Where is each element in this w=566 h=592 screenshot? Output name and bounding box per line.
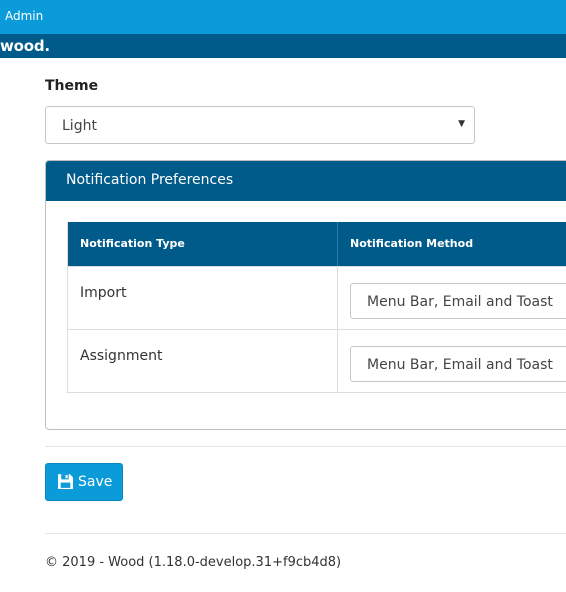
notification-method-select[interactable]: Menu Bar, Email and Toast [350,283,566,319]
theme-selected-value: Light [62,118,97,134]
column-divider [337,330,338,393]
notification-method-value: Menu Bar, Email and Toast [367,357,553,373]
notification-type-cell: Assignment [80,348,163,364]
floppy-disk-icon [58,474,73,489]
column-divider [337,267,338,330]
column-divider [337,222,338,266]
divider [45,533,566,534]
save-label: Save [78,474,113,490]
brand-dot: . [44,37,50,55]
footer-version: © 2019 - Wood (1.18.0-develop.31+f9cb4d8… [45,555,342,570]
caret-down-icon: ▼ [458,119,465,129]
notification-method-select[interactable]: Menu Bar, Email and Toast [350,346,566,382]
column-header-notification-method: Notification Method [350,237,474,250]
panel-header: Notification Preferences [46,161,566,201]
notification-preferences-panel: Notification Preferences Notification Ty… [45,160,566,430]
admin-link[interactable]: Admin [5,9,43,23]
theme-select[interactable]: Light ▼ [45,106,475,144]
column-header-notification-type: Notification Type [80,237,185,250]
divider [45,446,566,447]
table-row: Import Menu Bar, Email and Toast [68,266,566,330]
brand-bar: wood. [0,34,566,58]
theme-label: Theme [45,78,99,94]
save-button[interactable]: Save [45,463,123,501]
brand-logo[interactable]: wood. [0,37,50,55]
panel-title: Notification Preferences [66,172,234,188]
table-row: Assignment Menu Bar, Email and Toast [68,329,566,393]
notification-type-cell: Import [80,285,127,301]
notification-table: Notification Type Notification Method Im… [67,222,566,393]
table-header-row: Notification Type Notification Method [68,222,566,266]
notification-method-value: Menu Bar, Email and Toast [367,294,553,310]
top-navbar: Admin [0,0,566,34]
brand-name: wood [0,37,45,55]
